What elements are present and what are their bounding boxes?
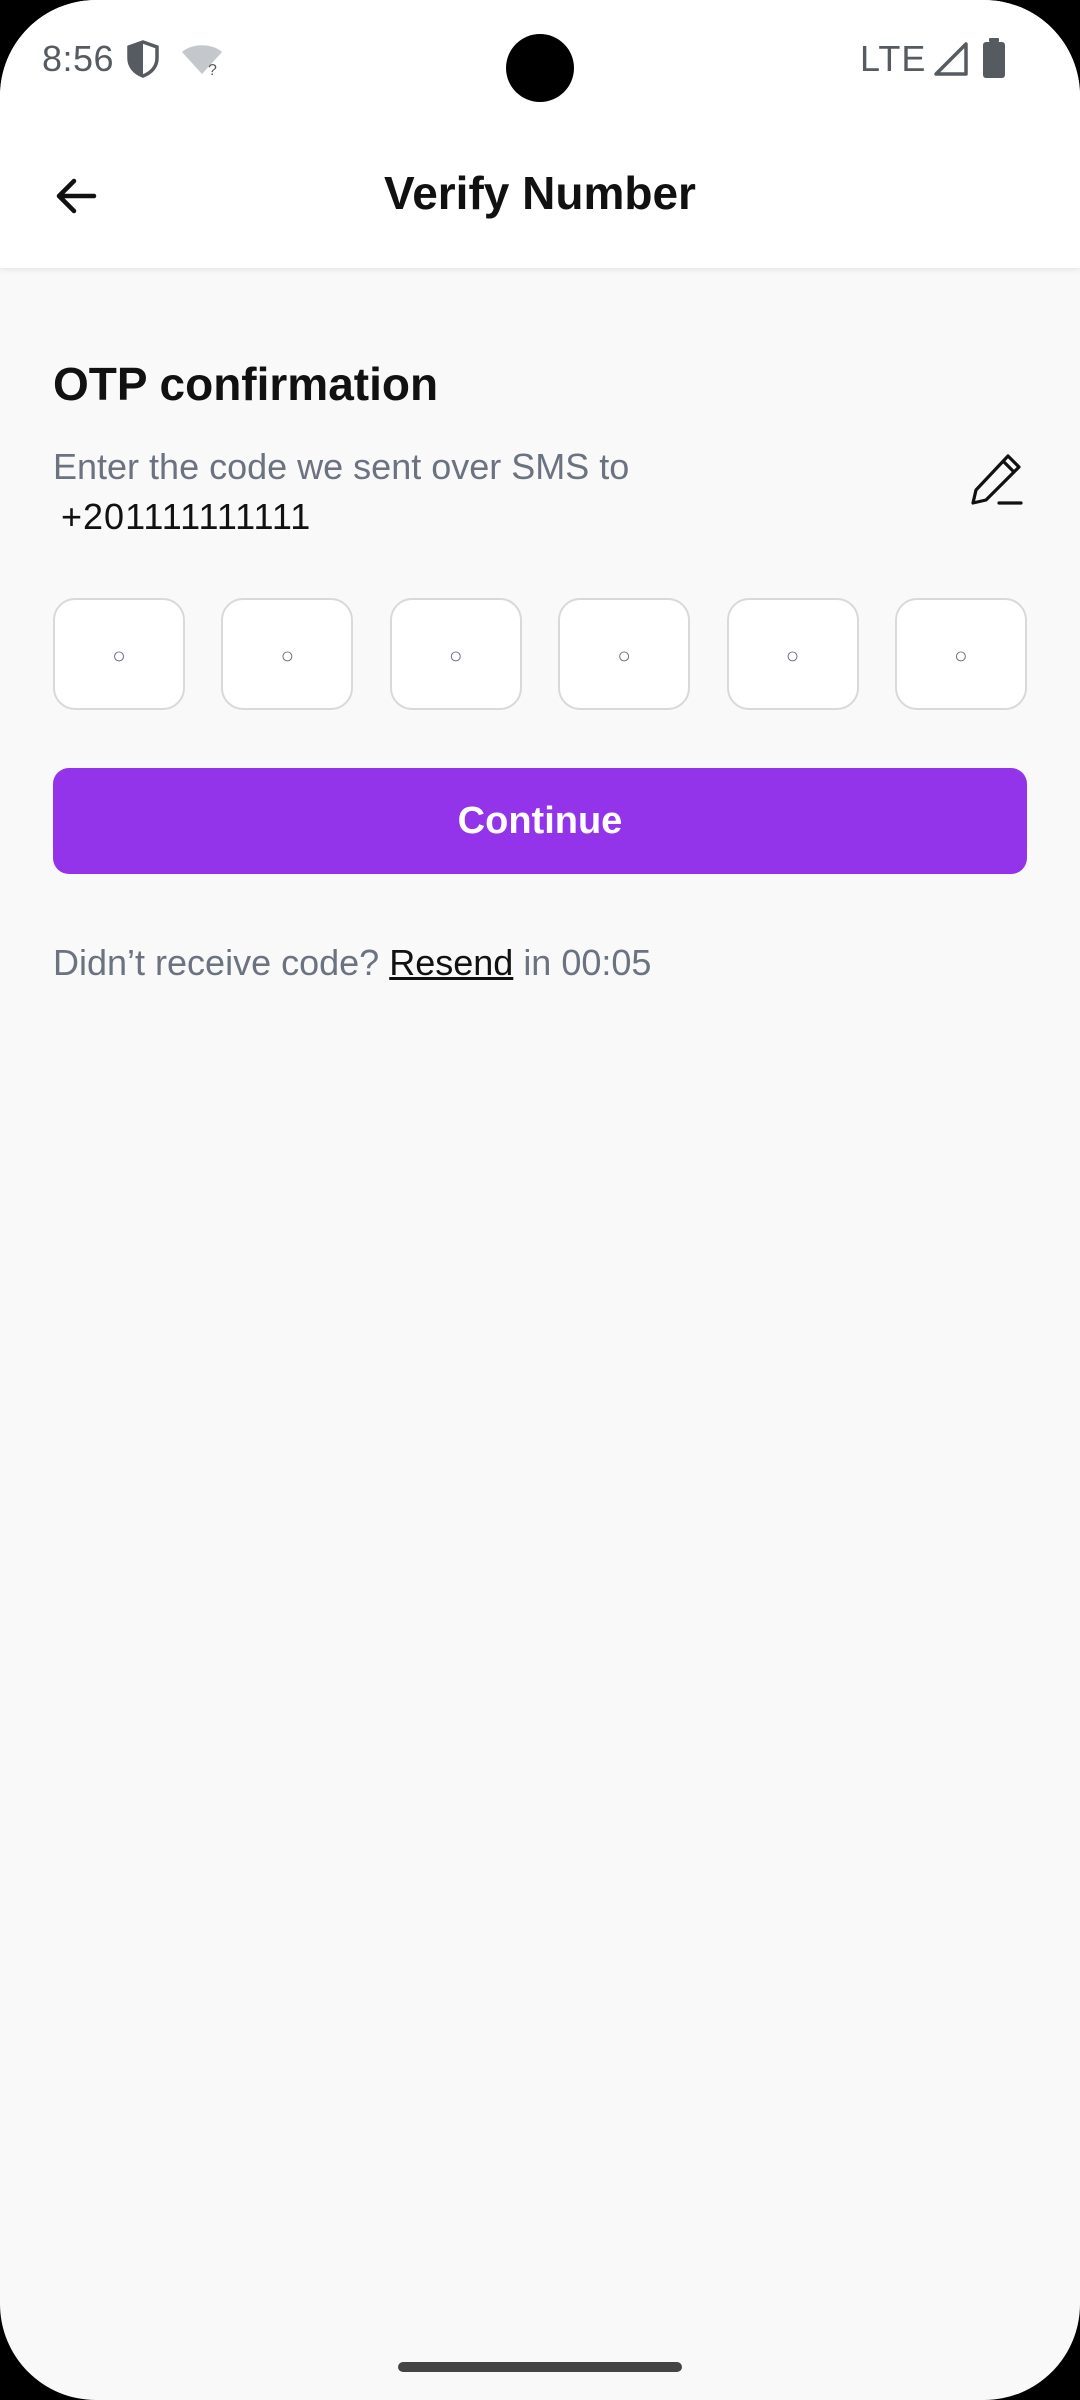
resend-row: Didn’t receive code? Resend in 00:05 [53,938,1027,988]
phone-number: +201111111111 [61,496,312,537]
otp-section: OTP confirmation Enter the code we sent … [53,356,1027,988]
home-indicator[interactable] [398,2362,682,2372]
otp-digit-4[interactable]: ◦ [558,598,691,710]
camera-cutout [506,34,574,102]
resend-timer: in 00:05 [523,942,652,983]
top-area: 8:56 ? LTE Verify Number [0,0,1080,268]
otp-digit-2[interactable]: ◦ [221,598,354,710]
resend-prompt: Didn’t receive code? [53,942,380,983]
signal-icon [934,42,968,76]
page-title: Verify Number [384,167,696,219]
continue-button[interactable]: Continue [53,768,1027,874]
otp-digit-1[interactable]: ◦ [53,598,185,710]
status-network: LTE [860,38,927,79]
otp-digit-6[interactable]: ◦ [894,598,1027,710]
edit-number-button[interactable] [967,450,1027,510]
otp-input-group: ◦ ◦ ◦ ◦ ◦ ◦ [53,598,1027,710]
wifi-badge: ? [208,62,217,76]
app-bar: Verify Number [0,120,1080,268]
phone-screen: 8:56 ? LTE Verify Number OTP confirmatio… [0,0,1080,2400]
otp-digit-3[interactable]: ◦ [389,598,522,710]
status-time: 8:56 [42,38,115,79]
pencil-icon [971,454,1023,505]
sms-instruction: Enter the code we sent over SMS to [53,446,630,487]
battery-icon [983,38,1005,78]
shield-icon [127,40,159,78]
resend-link[interactable]: Resend [389,942,513,983]
otp-heading: OTP confirmation [53,358,439,410]
sms-info: Enter the code we sent over SMS to +2011… [53,442,1027,546]
status-bar: 8:56 ? LTE [0,0,1080,120]
otp-digit-5[interactable]: ◦ [726,598,859,710]
wifi-icon: ? [180,42,224,79]
